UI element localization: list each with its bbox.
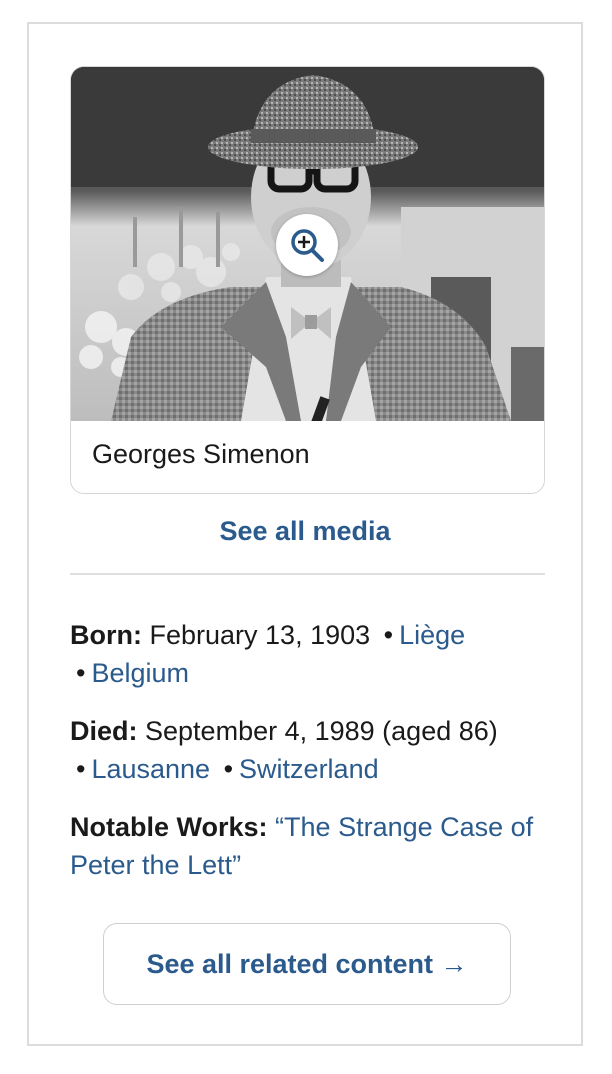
- died-country-link[interactable]: Switzerland: [239, 754, 379, 784]
- fact-born: Born: February 13, 1903 • Liège • Belgium: [70, 616, 550, 692]
- died-date: September 4, 1989 (aged 86): [145, 716, 498, 746]
- see-all-media-link[interactable]: See all media: [29, 516, 581, 547]
- fact-label: Died:: [70, 716, 138, 746]
- zoom-button[interactable]: [276, 214, 338, 276]
- fact-label: Born:: [70, 620, 142, 650]
- zoom-in-icon: [291, 229, 324, 262]
- separator: •: [76, 658, 86, 688]
- fact-notable-works: Notable Works: “The Strange Case of Pete…: [70, 808, 550, 884]
- media-card[interactable]: Georges Simenon: [70, 66, 545, 494]
- infobox-panel: Georges Simenon See all media Born: Febr…: [27, 22, 583, 1046]
- born-date: February 13, 1903: [149, 620, 371, 650]
- separator: •: [383, 620, 394, 650]
- died-city-link[interactable]: Lausanne: [91, 754, 210, 784]
- facts-list: Born: February 13, 1903 • Liège • Belgium …: [70, 616, 550, 904]
- media-caption: Georges Simenon: [92, 439, 310, 469]
- separator: •: [223, 754, 234, 784]
- fact-label: Notable Works:: [70, 812, 268, 842]
- born-country-link[interactable]: Belgium: [91, 658, 189, 688]
- divider: [70, 573, 545, 575]
- fact-died: Died: September 4, 1989 (aged 86) • Lausa…: [70, 712, 550, 788]
- portrait-photo[interactable]: [71, 67, 544, 421]
- see-all-related-content-button[interactable]: See all related content →: [103, 923, 511, 1005]
- born-city-link[interactable]: Liège: [399, 620, 465, 650]
- separator: •: [76, 754, 86, 784]
